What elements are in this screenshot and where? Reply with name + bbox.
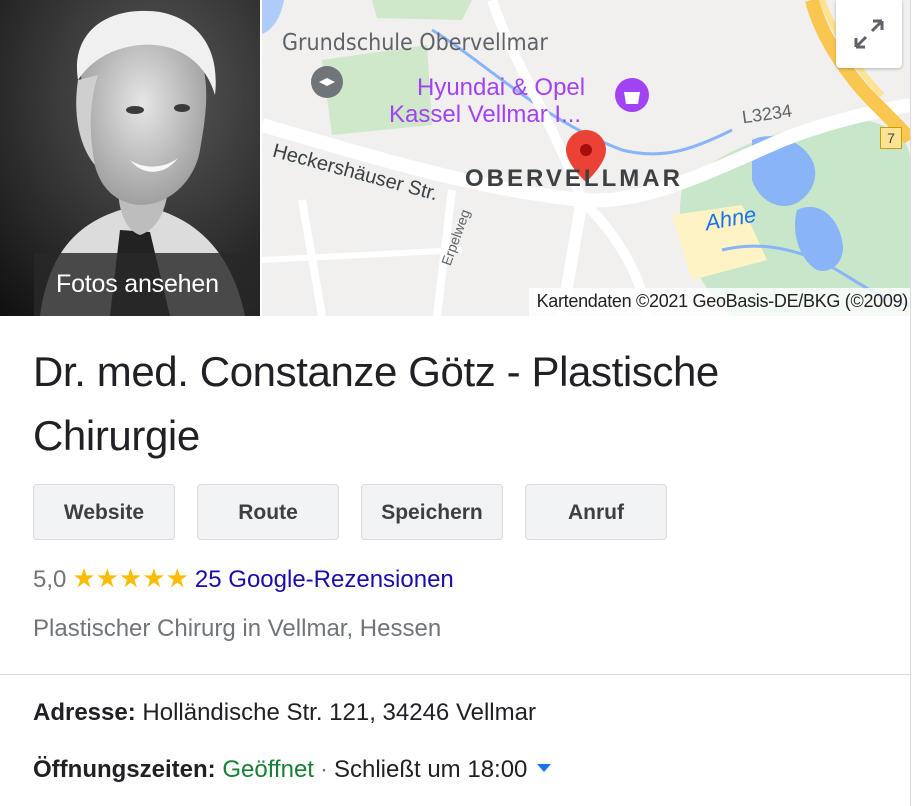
call-button[interactable]: Anruf [525, 484, 667, 540]
map-label-dealer-line2: Kassel Vellmar I... [389, 101, 582, 128]
address-label: Adresse: [33, 699, 136, 726]
hours-row: Öffnungszeiten: Geöffnet · Schließt um 18:… [33, 752, 552, 788]
map-route-badge: 7 [880, 127, 902, 149]
address-row: Adresse: Holländische Str. 121, 34246 Ve… [33, 695, 536, 731]
save-button[interactable]: Speichern [361, 484, 503, 540]
business-category: Plastischer Chirurg in Vellmar, Hessen [33, 615, 442, 642]
divider [0, 674, 910, 675]
map-label-district: OBERVELLMAR [465, 165, 683, 192]
hours-detail[interactable]: Schließt um 18:00 [334, 756, 527, 783]
map-preview[interactable]: Grundschule Obervellmar Hyundai & Opel K… [262, 0, 910, 316]
star-rating-icon: ★★★★★ [72, 563, 189, 593]
reviews-link[interactable]: 25 Google-Rezensionen [195, 566, 454, 593]
knowledge-panel: Fotos ansehen Grundschule Obervellmar Hy… [0, 0, 911, 806]
map-label-dealer-line1: Hyundai & Opel [417, 74, 586, 101]
address-value[interactable]: Holländische Str. 121, 34246 Vellmar [142, 699, 536, 726]
hero-media: Fotos ansehen Grundschule Obervellmar Hy… [0, 0, 910, 316]
view-photos-label[interactable]: Fotos ansehen [34, 253, 260, 316]
hours-label: Öffnungszeiten: [33, 756, 216, 783]
rating-row: 5,0 ★★★★★ 25 Google-Rezensionen [33, 558, 454, 598]
map-label-school: Grundschule Obervellmar [282, 30, 548, 56]
rating-value: 5,0 [33, 566, 67, 593]
business-photo[interactable]: Fotos ansehen [0, 0, 260, 316]
expand-map-button[interactable] [836, 0, 902, 68]
route-button[interactable]: Route [197, 484, 339, 540]
hours-separator: · [319, 756, 328, 783]
map-attribution: Kartendaten ©2021 GeoBasis-DE/BKG (©2009… [528, 288, 910, 316]
chevron-down-icon[interactable] [537, 763, 552, 772]
website-button[interactable]: Website [33, 484, 175, 540]
business-name: Dr. med. Constanze Götz - Plastische Chi… [33, 348, 719, 459]
hours-status: Geöffnet [222, 756, 314, 783]
expand-icon [854, 19, 884, 49]
